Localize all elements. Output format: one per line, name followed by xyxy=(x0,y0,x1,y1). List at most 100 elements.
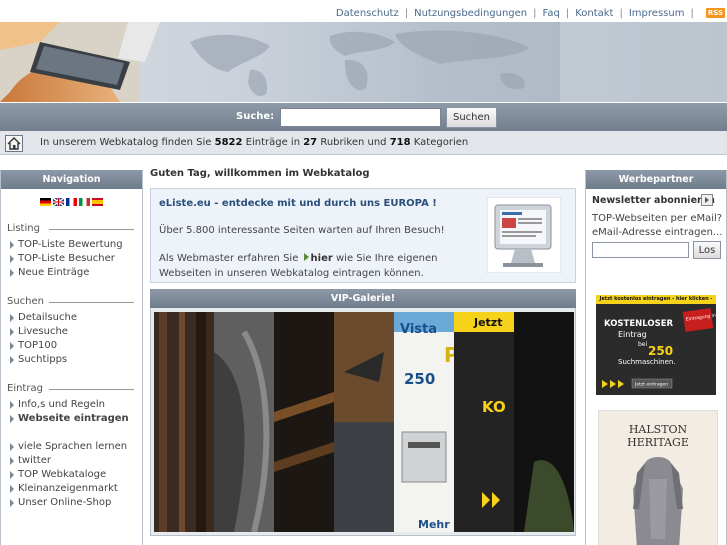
arrow-right-icon xyxy=(10,499,14,507)
nav-item-kleinanzeigenmarkt[interactable]: Kleinanzeigenmarkt xyxy=(1,482,142,496)
section-eintrag: Eintrag xyxy=(1,383,142,394)
english-flag-icon[interactable] xyxy=(52,197,65,207)
nav-link-datenschutz[interactable]: Datenschutz xyxy=(336,8,399,19)
arrow-right-icon xyxy=(10,485,14,493)
vip-gallery-title: VIP-Galerie! xyxy=(150,289,576,308)
intro-paragraph-2: Als Webmaster erfahren Sie hier wie Sie … xyxy=(159,251,489,281)
werbepartner-title: Werbepartner xyxy=(586,170,726,189)
nav-link-kontakt[interactable]: Kontakt xyxy=(575,8,613,19)
nav-item-label: TOP-Liste Besucher xyxy=(18,253,115,264)
vip-thumbnail[interactable] xyxy=(214,312,274,532)
search-button[interactable]: Suchen xyxy=(446,107,497,128)
newsletter-title: Newsletter abonnieren xyxy=(592,195,715,206)
stats-rubriken: 27 xyxy=(303,137,318,148)
stats-mid2: Rubriken und xyxy=(320,137,387,148)
vip-thumbnail[interactable] xyxy=(514,312,574,532)
newsletter-line-1: TOP-Webseiten per eMail? xyxy=(592,213,723,224)
ad-banner-kostenlos[interactable]: Jetzt kostenlos eintragen - hier klicken… xyxy=(596,295,716,395)
german-flag-icon[interactable] xyxy=(40,198,51,206)
french-flag-icon[interactable] xyxy=(66,198,77,206)
nav-link-faq[interactable]: Faq xyxy=(543,8,560,19)
nav-item-top-liste-bewertung[interactable]: TOP-Liste Bewertung xyxy=(1,238,142,252)
vip-thumbnail[interactable] xyxy=(274,312,334,532)
search-label: Suche: xyxy=(236,111,275,122)
arrow-right-icon xyxy=(303,253,309,261)
nav-link-impressum[interactable]: Impressum xyxy=(629,8,685,19)
welcome-heading: Guten Tag, willkommen im Webkatalog xyxy=(150,168,370,179)
nav-item-webseite-eintragen[interactable]: Webseite eintragen xyxy=(1,412,142,426)
nav-item-neue-eintraege[interactable]: Neue Einträge xyxy=(1,266,142,280)
nav-item-sprachen-lernen[interactable]: viele Sprachen lernen xyxy=(1,440,142,454)
nav-item-infos-und-regeln[interactable]: Info,s und Regeln xyxy=(1,398,142,412)
search-input[interactable] xyxy=(280,108,441,127)
nav-item-label: Livesuche xyxy=(18,326,68,337)
catalog-stats: In unserem Webkatalog finden Sie 5822 Ei… xyxy=(40,137,468,148)
nav-item-top-webkataloge[interactable]: TOP Webkataloge xyxy=(1,468,142,482)
nav-separator: | xyxy=(565,7,570,19)
section-divider xyxy=(49,389,134,390)
ad-halston-title: HALSTON HERITAGE xyxy=(627,423,689,449)
section-divider xyxy=(49,229,134,230)
ad-top-bar: Jetzt kostenlos eintragen - hier klicken… xyxy=(596,295,716,304)
arrow-right-icon xyxy=(10,255,14,263)
nav-item-online-shop[interactable]: Unser Online-Shop xyxy=(1,496,142,510)
italian-flag-icon[interactable] xyxy=(79,198,90,206)
arrow-right-icon xyxy=(10,269,14,277)
stats-suffix: Kategorien xyxy=(413,137,469,148)
vip-thumbnail[interactable]: Vista P 250 Mehr xyxy=(394,312,454,532)
nav-item-label: TOP-Liste Bewertung xyxy=(18,239,123,250)
info-bar: In unserem Webkatalog finden Sie 5822 Ei… xyxy=(0,131,727,155)
home-icon[interactable] xyxy=(5,135,23,152)
arrow-right-icon xyxy=(10,401,14,409)
arrow-right-icon xyxy=(10,415,14,423)
stats-entries: 5822 xyxy=(214,137,243,148)
header-banner xyxy=(0,22,727,102)
intro-title: eListe.eu - entdecke mit und durch uns E… xyxy=(159,198,437,209)
arrow-right-icon xyxy=(10,471,14,479)
nav-item-top-liste-besucher[interactable]: TOP-Liste Besucher xyxy=(1,252,142,266)
section-listing-title: Listing xyxy=(7,223,40,234)
arrow-right-icon xyxy=(10,457,14,465)
search-bar: Suche: Suchen xyxy=(0,103,727,131)
nav-item-top100[interactable]: TOP100 xyxy=(1,339,142,353)
newsletter-email-input[interactable] xyxy=(592,242,689,258)
nav-link-nutzungsbedingungen[interactable]: Nutzungsbedingungen xyxy=(414,8,527,19)
ad-graphic: Eintragung in ECHTZEIT KOSTENLOSER Eintr… xyxy=(602,308,716,389)
nav-separator: | xyxy=(533,7,537,19)
eintrag-menu: Info,s und Regeln Webseite eintragen xyxy=(1,398,142,426)
vip-thumbnail[interactable] xyxy=(334,312,394,532)
nav-item-label: Neue Einträge xyxy=(18,267,90,278)
nav-item-suchtipps[interactable]: Suchtipps xyxy=(1,353,142,367)
nav-separator: | xyxy=(619,7,623,19)
ad-banner-halston[interactable]: HALSTON HERITAGE xyxy=(598,410,718,545)
nav-item-detailsuche[interactable]: Detailsuche xyxy=(1,311,142,325)
nav-item-label: Unser Online-Shop xyxy=(18,497,112,508)
main-content: Guten Tag, willkommen im Webkatalog eLis… xyxy=(150,168,576,536)
ad-line2: Eintrag xyxy=(618,330,647,339)
section-divider xyxy=(49,302,134,303)
intro-link-hier[interactable]: hier xyxy=(311,253,333,264)
nav-separator: | xyxy=(690,7,694,19)
ad-button-text: Jetzt eintragen xyxy=(634,382,668,388)
rss-icon[interactable]: RSS xyxy=(705,8,725,18)
listing-menu: TOP-Liste Bewertung TOP-Liste Besucher N… xyxy=(1,238,142,280)
vip-thumbnail[interactable]: Jetzt KO xyxy=(454,312,514,532)
ad-line4: Suchmaschinen. xyxy=(618,358,676,366)
newsletter-toggle-icon[interactable] xyxy=(701,194,713,206)
spanish-flag-icon[interactable] xyxy=(92,198,103,206)
arrow-right-icon xyxy=(10,356,14,364)
intro-box: eListe.eu - entdecke mit und durch uns E… xyxy=(150,188,576,283)
monitor-icon xyxy=(487,197,561,273)
intro-text-a: Als Webmaster erfahren Sie xyxy=(159,253,299,264)
nav-item-label: viele Sprachen lernen xyxy=(18,441,128,452)
vip-thumbnail[interactable] xyxy=(154,312,214,532)
nav-item-label: Kleinanzeigenmarkt xyxy=(18,483,118,494)
nav-item-twitter[interactable]: twitter xyxy=(1,454,142,468)
newsletter-line-2: eMail-Adresse eintragen... xyxy=(592,227,723,238)
section-suchen-title: Suchen xyxy=(7,296,45,307)
vip-vista-text: Vista xyxy=(400,322,437,337)
nav-item-label: Info,s und Regeln xyxy=(18,399,105,410)
vip-jetzt-text: Jetzt xyxy=(473,316,502,329)
nav-item-livesuche[interactable]: Livesuche xyxy=(1,325,142,339)
newsletter-submit-button[interactable]: Los xyxy=(693,241,721,259)
